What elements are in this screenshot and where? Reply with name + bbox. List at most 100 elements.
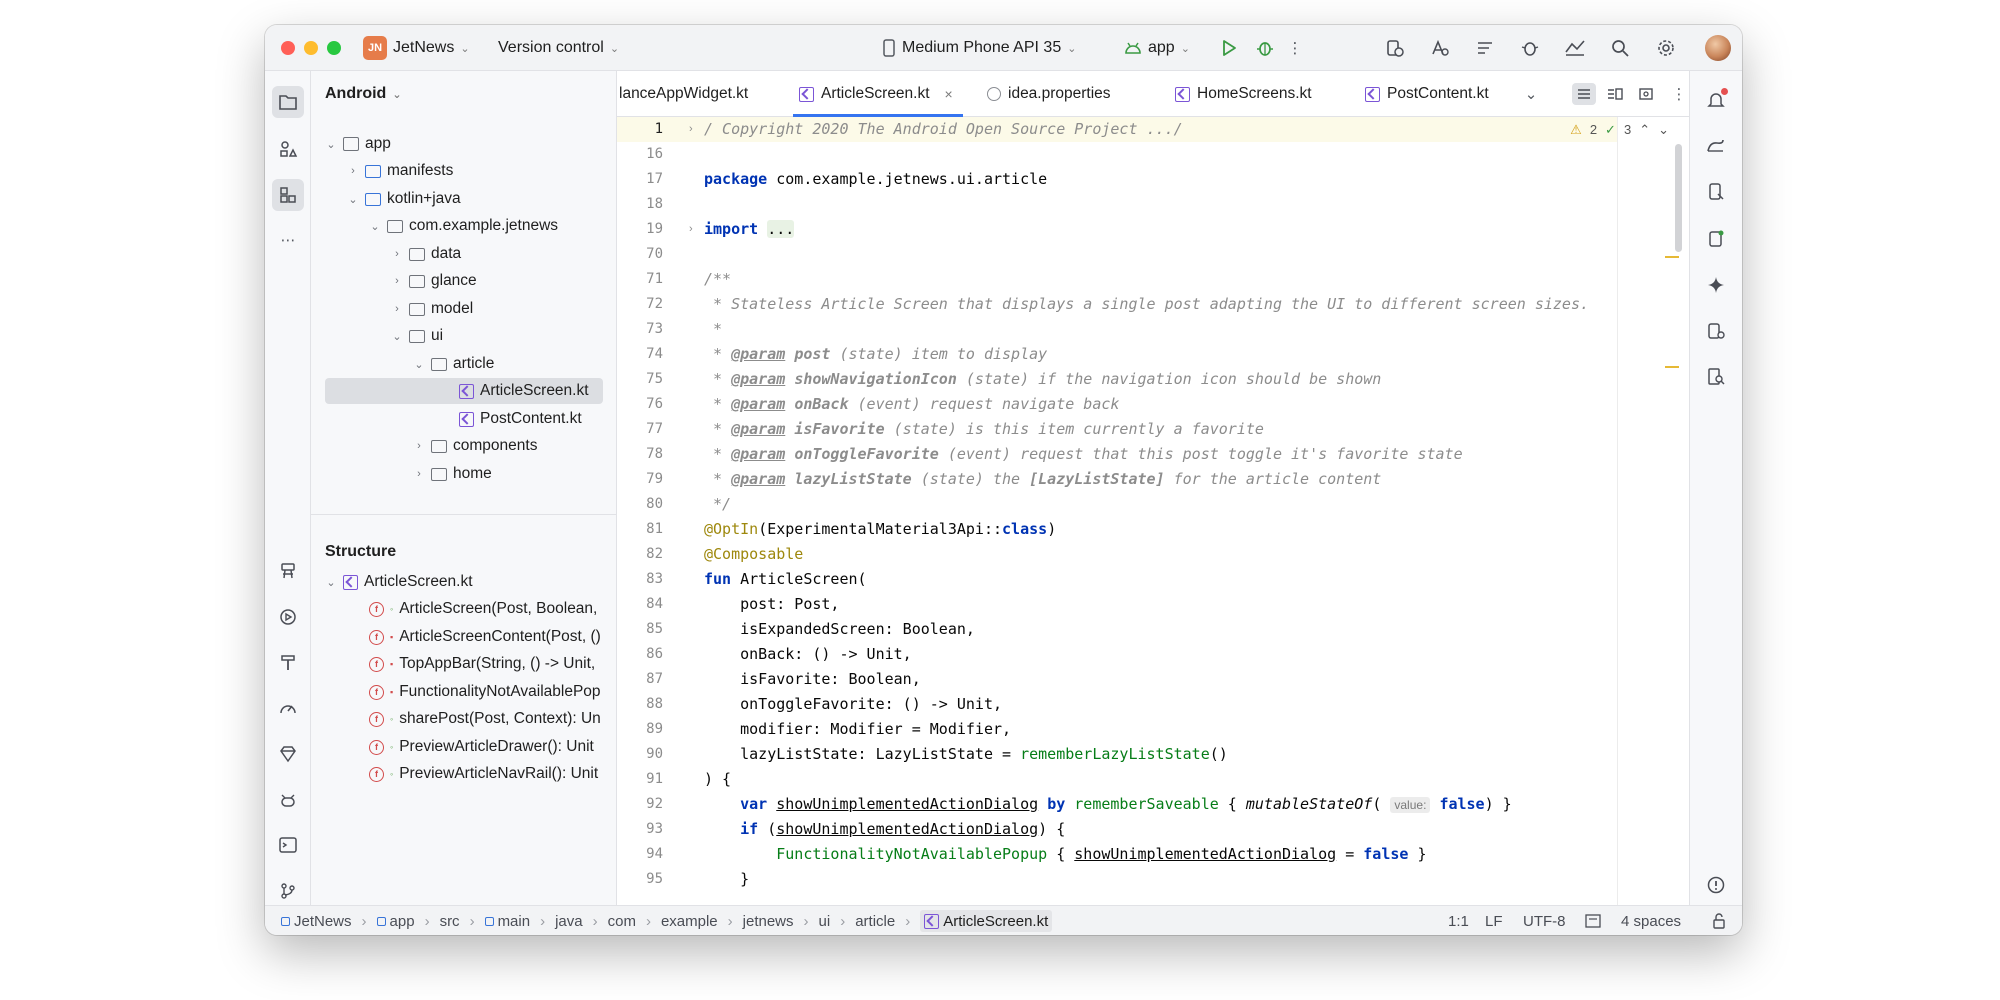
more-tools-icon[interactable]: ⋯ <box>272 224 304 256</box>
split-view-icon[interactable] <box>1603 83 1627 105</box>
structure-item[interactable]: f ◦ ArticleScreen(Post, Boolean, <box>369 596 597 622</box>
tree-item-ui[interactable]: ⌄ ui <box>391 323 443 349</box>
build-hammer-icon[interactable] <box>272 646 304 678</box>
structure-item[interactable]: f ▪ TopAppBar(String, () -> Unit, <box>369 651 595 677</box>
tree-item-model[interactable]: › model <box>391 296 473 322</box>
project-selector[interactable]: JN JetNews ⌄ <box>363 25 470 71</box>
inspection-widget[interactable]: ⚠ 2 ✓ 3 ⌃ ⌄ <box>1570 117 1669 142</box>
lock-icon[interactable] <box>1712 906 1726 935</box>
warning-stripe-mark[interactable] <box>1665 366 1679 368</box>
chevron-right-icon[interactable]: › <box>413 440 425 452</box>
run-icon[interactable] <box>1217 36 1241 60</box>
project-folder-icon[interactable] <box>272 86 304 118</box>
line-number[interactable]: 19 <box>619 217 663 242</box>
tab-idea-properties[interactable]: idea.properties <box>987 71 1111 117</box>
breadcrumb-item[interactable]: JetNews <box>294 913 352 930</box>
design-view-icon[interactable] <box>1634 83 1658 105</box>
editor-more-icon[interactable]: ⋮ <box>1667 83 1691 105</box>
tab-homescreens[interactable]: HomeScreens.kt <box>1175 71 1312 117</box>
tab-articlescreen[interactable]: ArticleScreen.kt × <box>793 71 963 117</box>
chevron-down-icon[interactable]: ⌄ <box>413 358 425 371</box>
line-number[interactable]: 89 <box>619 717 663 742</box>
line-number[interactable]: 70 <box>619 242 663 267</box>
app-quality-icon[interactable] <box>1563 36 1587 60</box>
zoom-window-button[interactable] <box>327 41 341 55</box>
tree-item-package-root[interactable]: ⌄ com.example.jetnews <box>369 213 558 239</box>
chevron-down-icon[interactable]: ⌄ <box>325 576 337 589</box>
logcat-icon[interactable] <box>272 784 304 816</box>
tree-item-manifests[interactable]: › manifests <box>347 158 453 184</box>
chevron-down-icon[interactable]: ⌄ <box>347 193 359 206</box>
git-branch-icon[interactable] <box>272 875 304 907</box>
run-tool-icon[interactable] <box>272 601 304 633</box>
line-number[interactable]: 87 <box>619 667 663 692</box>
line-number[interactable]: 95 <box>619 867 663 892</box>
breadcrumb-item[interactable]: app <box>390 913 415 930</box>
fold-arrow-icon[interactable]: › <box>689 217 693 242</box>
file-encoding[interactable]: UTF-8 <box>1523 906 1566 935</box>
breadcrumb-item[interactable]: java <box>555 913 583 930</box>
line-number[interactable]: 1 <box>619 117 663 142</box>
running-devices-icon[interactable] <box>1703 226 1729 252</box>
line-number[interactable]: 81 <box>619 517 663 542</box>
line-number[interactable]: 88 <box>619 692 663 717</box>
line-separator[interactable]: LF <box>1485 906 1503 935</box>
gradle-sync-icon[interactable] <box>1473 36 1497 60</box>
bug-report-icon[interactable] <box>1518 36 1542 60</box>
readonly-toggle-icon[interactable] <box>1585 906 1601 935</box>
tree-item-articlescreen[interactable]: ArticleScreen.kt <box>325 378 603 404</box>
minimize-window-button[interactable] <box>304 41 318 55</box>
tree-item-glance[interactable]: › glance <box>391 268 477 294</box>
breadcrumb-item[interactable]: article <box>855 913 895 930</box>
line-number[interactable]: 77 <box>619 417 663 442</box>
line-number[interactable]: 76 <box>619 392 663 417</box>
caret-position[interactable]: 1:1 <box>1448 906 1469 935</box>
line-number[interactable]: 80 <box>619 492 663 517</box>
debug-icon[interactable] <box>1253 36 1277 60</box>
chevron-right-icon[interactable]: › <box>391 248 403 260</box>
build-variants-icon[interactable] <box>272 555 304 587</box>
line-number[interactable]: 90 <box>619 742 663 767</box>
emulator-icon[interactable] <box>1703 318 1729 344</box>
gradle-icon[interactable] <box>1703 133 1729 159</box>
line-number[interactable]: 79 <box>619 467 663 492</box>
close-icon[interactable]: × <box>945 86 953 102</box>
tab-postcontent[interactable]: PostContent.kt <box>1365 71 1489 117</box>
line-number[interactable]: 86 <box>619 642 663 667</box>
breadcrumb-item[interactable]: ui <box>819 913 831 930</box>
vertical-scrollbar[interactable] <box>1675 144 1682 252</box>
line-number[interactable]: 93 <box>619 817 663 842</box>
structure-item[interactable]: f ◦ PreviewArticleNavRail(): Unit <box>369 761 598 787</box>
device-manager-icon[interactable] <box>1383 36 1407 60</box>
chevron-right-icon[interactable]: › <box>347 165 359 177</box>
gem-icon[interactable] <box>272 738 304 770</box>
layout-inspector-icon[interactable] <box>1703 364 1729 390</box>
tree-item-home[interactable]: › home <box>413 461 492 487</box>
tree-item-data[interactable]: › data <box>391 241 461 267</box>
profiler-icon[interactable] <box>272 692 304 724</box>
chevron-down-icon[interactable]: ⌄ <box>391 330 403 343</box>
search-icon[interactable] <box>1608 36 1632 60</box>
tree-item-article[interactable]: ⌄ article <box>413 351 494 377</box>
breadcrumb-item[interactable]: example <box>661 913 718 930</box>
chevron-right-icon[interactable]: › <box>413 468 425 480</box>
chevron-down-icon[interactable]: ⌄ <box>369 220 381 233</box>
line-number[interactable]: 78 <box>619 442 663 467</box>
structure-root[interactable]: ⌄ ArticleScreen.kt <box>325 569 472 595</box>
chevron-down-icon[interactable]: ⌄ <box>1658 122 1669 138</box>
more-actions-icon[interactable]: ⋮ <box>1283 36 1307 60</box>
tab-lanceappwidget[interactable]: lanceAppWidget.kt <box>619 71 748 117</box>
tree-item-kotlin-java[interactable]: ⌄ kotlin+java <box>347 186 460 212</box>
breadcrumb-item[interactable]: com <box>608 913 636 930</box>
problems-icon[interactable] <box>1703 872 1729 898</box>
structure-item[interactable]: f ▪ ArticleScreenContent(Post, () <box>369 624 601 650</box>
code-area[interactable]: ⚠ 2 ✓ 3 ⌃ ⌄ 1 16 17 18 19 70 71 72 73 74 75 76 77 78 79 8… <box>617 117 1689 905</box>
chevron-down-icon[interactable]: ⌄ <box>325 138 337 151</box>
tab-list-chevron-icon[interactable]: ⌄ <box>1519 83 1543 105</box>
tree-item-postcontent[interactable]: PostContent.kt <box>459 406 582 432</box>
vcs-selector[interactable]: Version control ⌄ <box>498 25 619 71</box>
translate-icon[interactable] <box>1428 36 1452 60</box>
chevron-right-icon[interactable]: › <box>391 303 403 315</box>
line-number[interactable]: 85 <box>619 617 663 642</box>
line-number[interactable]: 18 <box>619 192 663 217</box>
